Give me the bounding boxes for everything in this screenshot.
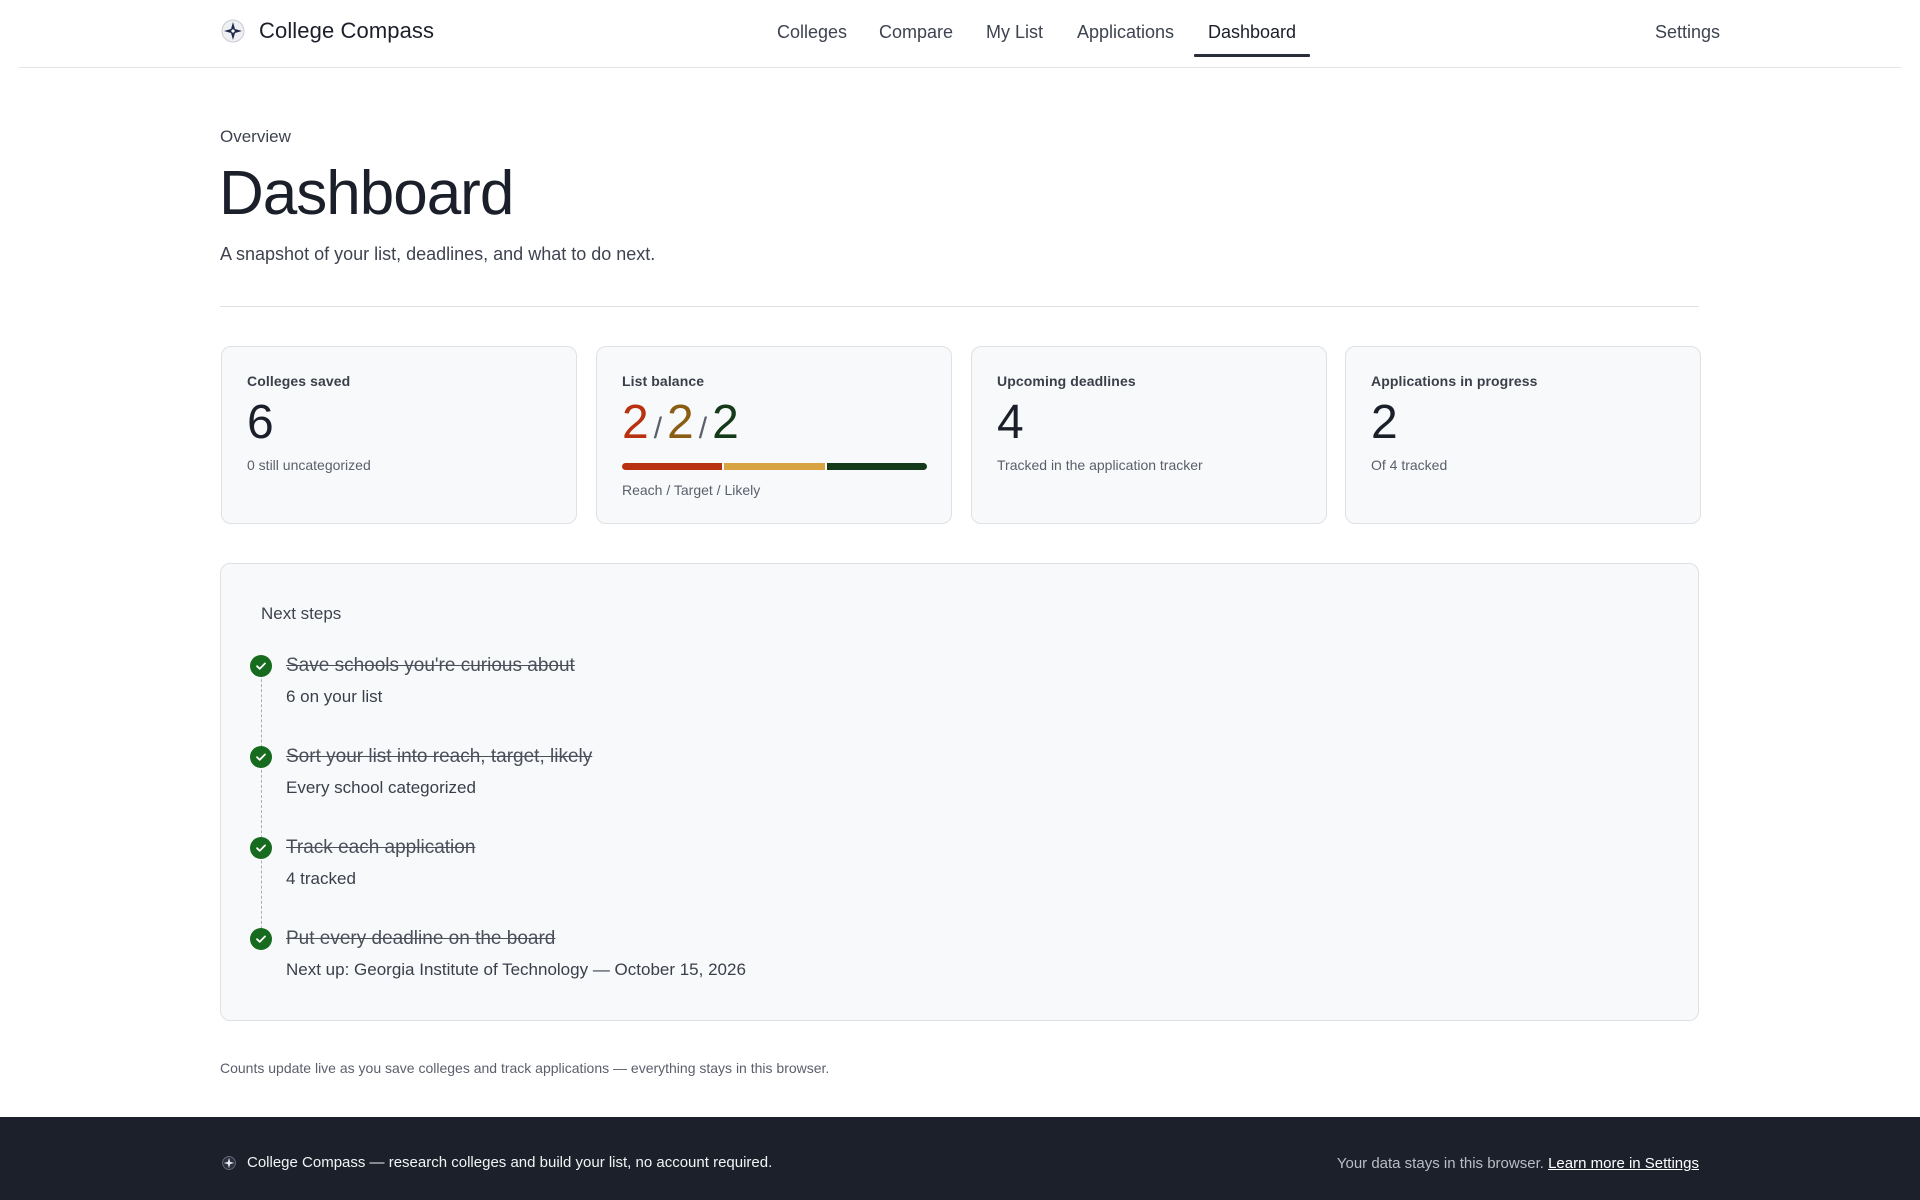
stat-value: 6 — [247, 396, 274, 449]
next-steps-title: Next steps — [261, 604, 342, 623]
balance-separator: / — [653, 412, 663, 445]
stat-card-list-balance: List balance 2 / 2 / 2 Reach / Target / … — [596, 346, 952, 524]
page-eyebrow: Overview — [220, 127, 291, 146]
step-detail: 4 tracked — [286, 869, 356, 888]
nav-item-dashboard[interactable]: Dashboard — [1193, 22, 1311, 57]
balance-bar — [622, 463, 927, 470]
page-title: Dashboard — [219, 159, 514, 228]
balance-counts: 2 / 2 / 2 — [622, 395, 926, 457]
timeline-connector — [261, 664, 262, 939]
stat-card-colleges-saved: Colleges saved 6 0 still uncategorized — [221, 346, 577, 524]
stat-value: 2 — [1371, 396, 1398, 449]
step-title: Put every deadline on the board — [286, 928, 556, 949]
footer-brand: College Compass — research colleges and … — [222, 1154, 772, 1171]
stat-label: Upcoming deadlines — [997, 373, 1136, 389]
step-title: Track each application — [286, 837, 476, 858]
footer-privacy-text: Your data stays in this browser. — [1336, 1155, 1549, 1172]
learn-more-settings-link[interactable]: Learn more in Settings — [1548, 1155, 1699, 1172]
check-icon — [250, 837, 272, 859]
step-detail: Next up: Georgia Institute of Technology… — [286, 960, 746, 979]
step-detail: 6 on your list — [286, 687, 383, 706]
stat-label: List balance — [622, 373, 705, 389]
next-steps-panel: Next steps Save schools you're curious a… — [220, 563, 1699, 1021]
compass-icon — [222, 1155, 236, 1170]
main-nav: Colleges Compare My List Applications Da… — [0, 0, 1920, 68]
likely-count: 2 — [712, 396, 739, 449]
step-detail: Every school categorized — [286, 778, 476, 797]
step-title: Sort your list into reach, target, likel… — [286, 746, 593, 767]
stat-label: Applications in progress — [1371, 373, 1538, 389]
page-subtitle: A snapshot of your list, deadlines, and … — [220, 244, 656, 264]
balance-caption: Reach / Target / Likely — [622, 482, 761, 498]
balance-bar-target-segment — [724, 463, 825, 470]
check-icon — [250, 928, 272, 950]
footer-tagline: College Compass — research colleges and … — [247, 1154, 773, 1171]
stat-note: Tracked in the application tracker — [997, 457, 1203, 473]
stat-note: Of 4 tracked — [1371, 457, 1448, 473]
stat-label: Colleges saved — [247, 373, 351, 389]
reach-count: 2 — [622, 396, 649, 449]
balance-bar-reach-segment — [622, 463, 723, 470]
nav-item-applications[interactable]: Applications — [1077, 22, 1174, 57]
target-count: 2 — [667, 396, 694, 449]
step-title: Save schools you're curious about — [286, 655, 575, 676]
nav-item-settings[interactable]: Settings — [1655, 22, 1720, 43]
balance-separator: / — [698, 412, 708, 445]
footer-privacy: Your data stays in this browser. Learn m… — [1337, 1155, 1699, 1172]
nav-item-colleges[interactable]: Colleges — [777, 22, 847, 57]
site-footer: College Compass — research colleges and … — [0, 1117, 1920, 1200]
header-divider — [220, 306, 1699, 307]
footnote: Counts update live as you save colleges … — [220, 1060, 830, 1076]
stat-card-upcoming-deadlines: Upcoming deadlines 4 Tracked in the appl… — [971, 346, 1327, 524]
nav-item-my-list[interactable]: My List — [986, 22, 1043, 57]
stat-value: 4 — [997, 396, 1024, 449]
check-icon — [250, 655, 272, 677]
stat-note: 0 still uncategorized — [247, 457, 371, 473]
nav-item-compare[interactable]: Compare — [879, 22, 953, 57]
check-icon — [250, 746, 272, 768]
stat-card-applications-in-progress: Applications in progress 2 Of 4 tracked — [1345, 346, 1701, 524]
balance-bar-likely-segment — [826, 463, 927, 470]
